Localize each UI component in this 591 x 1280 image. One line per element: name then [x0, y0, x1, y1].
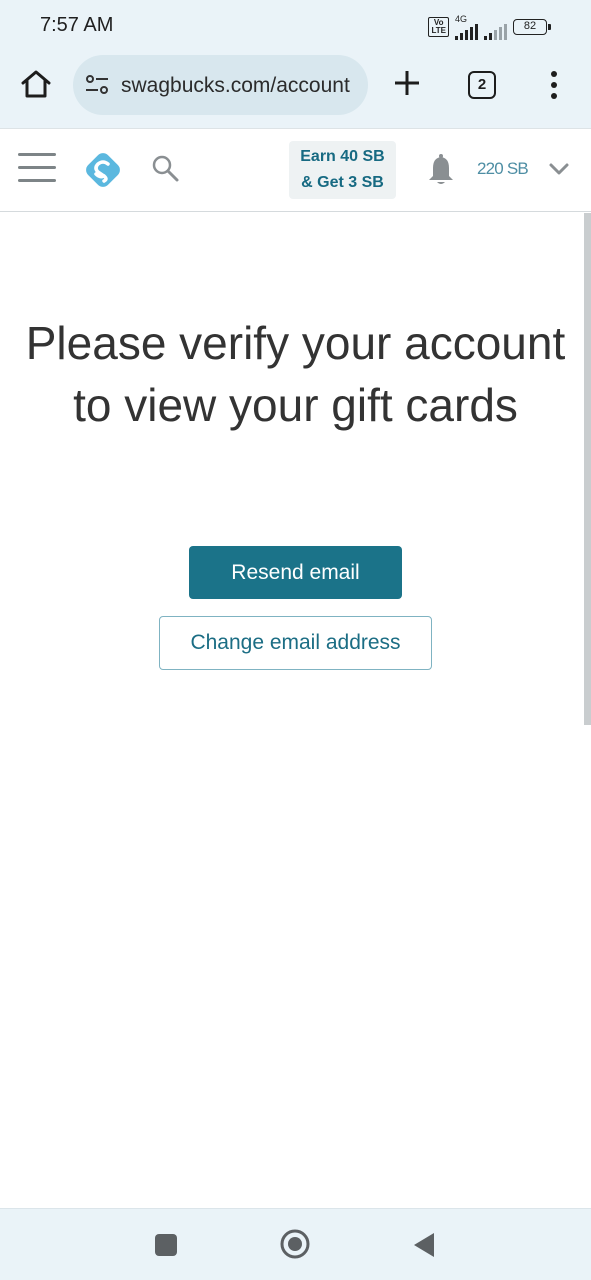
- status-icons: Vo LTE 4G 82: [428, 14, 551, 40]
- change-email-button[interactable]: Change email address: [159, 616, 432, 670]
- sb-balance[interactable]: 220 SB: [477, 159, 529, 179]
- bell-icon[interactable]: [426, 153, 456, 187]
- scrollbar[interactable]: [584, 213, 591, 725]
- url-text: swagbucks.com/account: [121, 74, 350, 97]
- signal-bars-icon: [455, 24, 478, 40]
- back-icon[interactable]: [412, 1231, 436, 1259]
- resend-email-button[interactable]: Resend email: [189, 546, 402, 599]
- volte-icon: Vo LTE: [428, 17, 449, 37]
- home-icon[interactable]: [18, 66, 54, 102]
- earn-promo-badge[interactable]: Earn 40 SB & Get 3 SB: [289, 141, 396, 199]
- system-nav-bar: [0, 1208, 591, 1280]
- network-type-label: 4G: [455, 14, 468, 24]
- signal-bars-secondary-icon: [484, 24, 507, 40]
- status-bar: 7:57 AM Vo LTE 4G 82: [0, 0, 591, 52]
- battery-icon: 82: [513, 19, 551, 35]
- address-bar[interactable]: swagbucks.com/account: [73, 55, 368, 115]
- hamburger-menu-icon[interactable]: [18, 153, 56, 185]
- promo-line-1: Earn 40 SB: [300, 148, 385, 165]
- status-time: 7:57 AM: [40, 14, 114, 36]
- browser-chrome: 7:57 AM Vo LTE 4G 82 swagbucks.com/accou…: [0, 0, 591, 128]
- site-settings-icon[interactable]: [85, 74, 109, 96]
- recent-apps-icon[interactable]: [155, 1234, 177, 1256]
- home-circle-icon[interactable]: [279, 1228, 311, 1260]
- swagbucks-logo[interactable]: [80, 147, 126, 193]
- chevron-down-icon[interactable]: [547, 160, 571, 178]
- network-indicator: 4G: [455, 14, 478, 40]
- new-tab-icon[interactable]: [392, 68, 422, 98]
- tab-switcher-icon[interactable]: 2: [468, 71, 496, 99]
- promo-line-2: & Get 3 SB: [301, 174, 384, 191]
- site-header: Earn 40 SB & Get 3 SB 220 SB: [0, 128, 591, 212]
- search-icon[interactable]: [150, 153, 180, 183]
- more-vert-icon[interactable]: [548, 70, 560, 100]
- page-title: Please verify your account to view your …: [25, 317, 566, 431]
- browser-toolbar: swagbucks.com/account 2: [0, 52, 591, 118]
